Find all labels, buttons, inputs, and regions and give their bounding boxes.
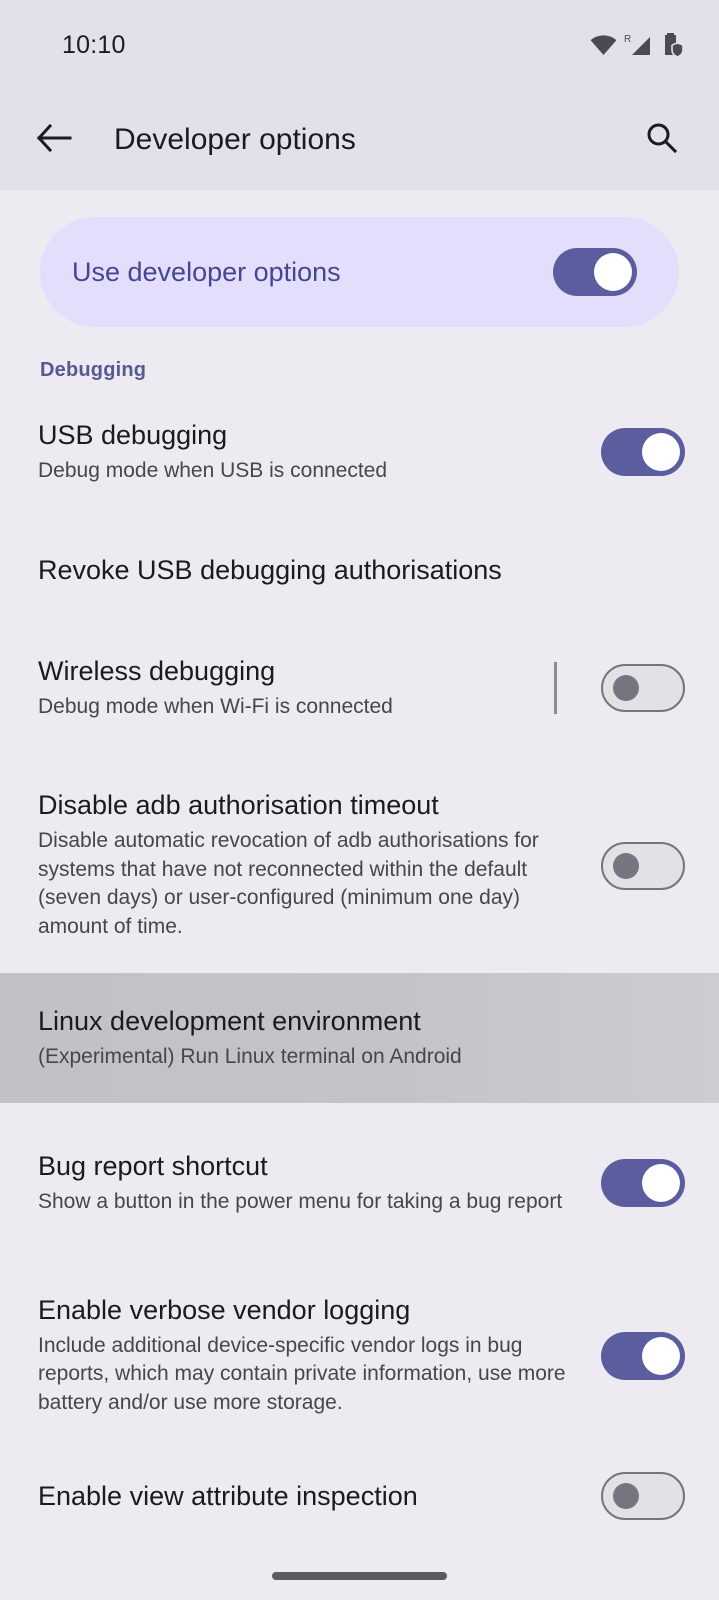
row-control xyxy=(601,1159,685,1207)
switch-thumb xyxy=(594,253,632,291)
status-icons: R xyxy=(590,32,685,58)
page-title: Developer options xyxy=(114,123,356,156)
battery-protected-icon xyxy=(661,32,685,58)
roaming-signal-icon: R xyxy=(624,33,654,57)
wifi-icon xyxy=(590,34,617,56)
row-control xyxy=(601,1331,685,1380)
row-control xyxy=(601,841,685,890)
switch-thumb xyxy=(642,1164,680,1202)
switch-thumb xyxy=(642,1336,680,1375)
enable-view-attribute-inspection-switch[interactable] xyxy=(601,1472,685,1520)
gesture-nav-bar xyxy=(0,1552,719,1600)
row-control xyxy=(601,1472,685,1520)
row-divider xyxy=(554,662,557,714)
use-developer-options-label: Use developer options xyxy=(72,256,341,287)
svg-text:R: R xyxy=(624,34,631,45)
status-time: 10:10 xyxy=(62,30,126,59)
row-texts: Linux development environment (Experimen… xyxy=(38,1005,685,1071)
row-linux-development-environment[interactable]: Linux development environment (Experimen… xyxy=(0,973,719,1103)
row-title: Enable verbose vendor logging xyxy=(38,1294,411,1325)
row-title: USB debugging xyxy=(38,419,228,450)
bug-report-shortcut-switch[interactable] xyxy=(601,1159,685,1207)
row-subtitle: (Experimental) Run Linux terminal on And… xyxy=(38,1044,462,1068)
switch-thumb xyxy=(613,1483,639,1509)
row-texts: Disable adb authorisation timeout Disabl… xyxy=(38,789,601,941)
row-subtitle: Debug mode when Wi-Fi is connected xyxy=(38,694,393,718)
row-texts: Bug report shortcut Show a button in the… xyxy=(38,1150,601,1216)
row-subtitle: Disable automatic revocation of adb auth… xyxy=(38,829,539,939)
row-subtitle: Show a button in the power menu for taki… xyxy=(38,1189,563,1213)
row-title: Disable adb authorisation timeout xyxy=(38,790,439,821)
search-button[interactable] xyxy=(633,112,689,168)
row-wireless-debugging[interactable]: Wireless debugging Debug mode when Wi-Fi… xyxy=(0,618,719,758)
row-revoke-usb-debugging-authorisations[interactable]: Revoke USB debugging authorisations xyxy=(0,522,719,618)
disable-adb-authorisation-timeout-switch[interactable] xyxy=(601,841,685,890)
row-usb-debugging[interactable]: USB debugging Debug mode when USB is con… xyxy=(0,382,719,522)
row-enable-view-attribute-inspection[interactable]: Enable view attribute inspection xyxy=(0,1448,719,1544)
wireless-debugging-switch[interactable] xyxy=(601,664,685,712)
switch-thumb xyxy=(613,852,639,879)
back-button[interactable] xyxy=(26,112,82,168)
row-bug-report-shortcut[interactable]: Bug report shortcut Show a button in the… xyxy=(0,1103,719,1263)
enable-verbose-vendor-logging-switch[interactable] xyxy=(601,1331,685,1380)
row-enable-verbose-vendor-logging[interactable]: Enable verbose vendor logging Include ad… xyxy=(0,1263,719,1448)
settings-content: Use developer options Debugging USB debu… xyxy=(0,190,719,1544)
status-bar: 10:10 R xyxy=(0,0,719,90)
row-texts: Enable verbose vendor logging Include ad… xyxy=(38,1294,601,1418)
section-header-debugging: Debugging xyxy=(40,359,147,381)
row-subtitle: Debug mode when USB is connected xyxy=(38,458,388,482)
row-texts: USB debugging Debug mode when USB is con… xyxy=(38,419,601,485)
row-title: Linux development environment xyxy=(38,1005,421,1036)
row-control xyxy=(554,662,685,714)
use-developer-options-row[interactable]: Use developer options xyxy=(40,217,679,327)
use-developer-options-switch[interactable] xyxy=(553,248,637,296)
row-title: Enable view attribute inspection xyxy=(38,1480,418,1511)
gesture-home-handle[interactable] xyxy=(272,1572,447,1580)
usb-debugging-switch[interactable] xyxy=(601,428,685,476)
switch-thumb xyxy=(613,675,639,701)
row-disable-adb-authorisation-timeout[interactable]: Disable adb authorisation timeout Disabl… xyxy=(0,758,719,973)
row-texts: Wireless debugging Debug mode when Wi-Fi… xyxy=(38,655,554,721)
row-control xyxy=(601,428,685,476)
row-title: Bug report shortcut xyxy=(38,1150,268,1181)
switch-thumb xyxy=(642,433,680,471)
row-texts: Enable view attribute inspection xyxy=(38,1480,601,1513)
row-texts: Revoke USB debugging authorisations xyxy=(38,554,685,587)
row-title: Wireless debugging xyxy=(38,655,276,686)
row-title: Revoke USB debugging authorisations xyxy=(38,554,502,585)
back-arrow-icon xyxy=(36,123,72,158)
row-subtitle: Include additional device-specific vendo… xyxy=(38,1333,566,1414)
search-icon xyxy=(644,121,678,160)
app-bar: Developer options xyxy=(0,90,719,190)
